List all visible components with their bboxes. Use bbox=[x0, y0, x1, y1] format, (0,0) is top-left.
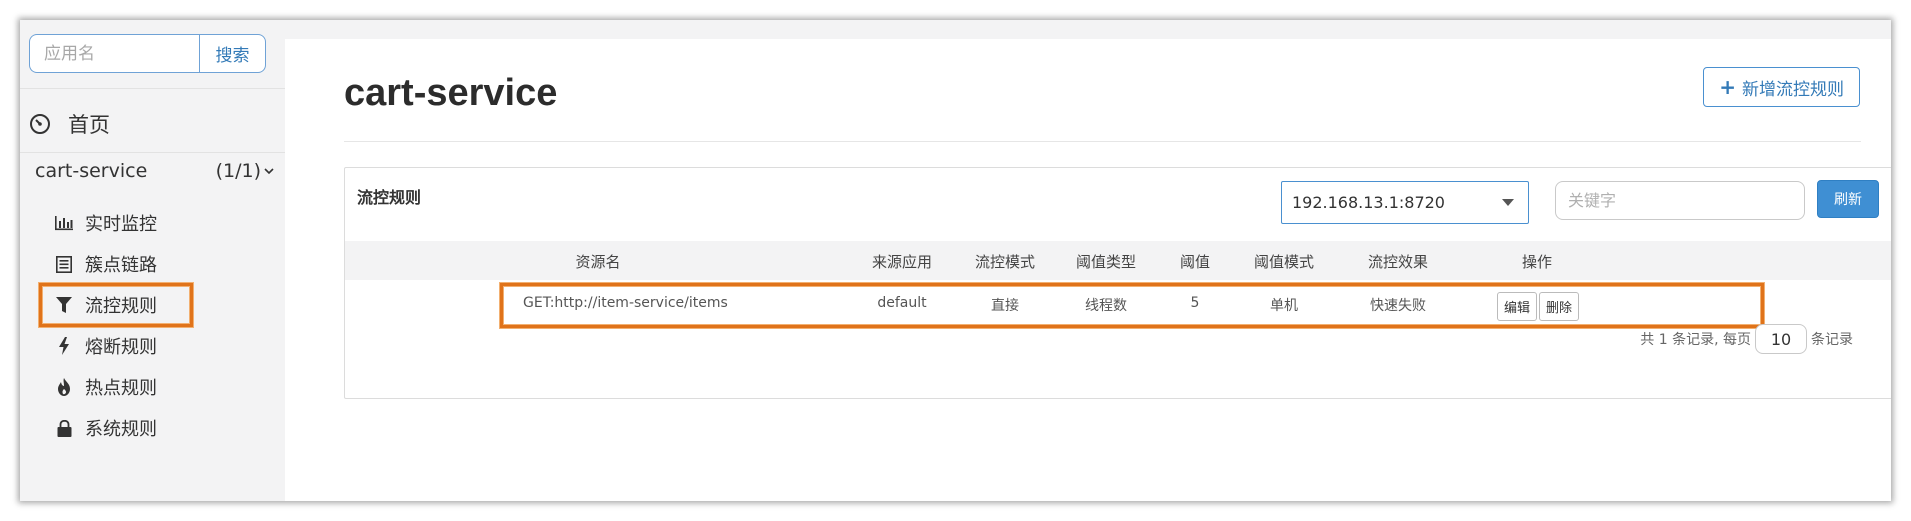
column-header[interactable]: 阈值模式 bbox=[1254, 251, 1314, 272]
cell-resource: GET:http://item-service/items bbox=[523, 295, 728, 311]
page-size-input[interactable] bbox=[1755, 324, 1807, 354]
table-row: GET:http://item-service/items default 直接… bbox=[500, 283, 1764, 328]
sidebar-item-label: 熔断规则 bbox=[85, 337, 157, 358]
cell-effect: 快速失败 bbox=[1370, 298, 1426, 314]
chevron-down-icon bbox=[264, 168, 274, 175]
sidebar-item-label: 簇点链路 bbox=[85, 255, 157, 276]
panel-title: 流控规则 bbox=[357, 188, 422, 207]
sidebar-item-degrade-rules[interactable]: 熔断规则 bbox=[55, 328, 195, 364]
app-group-header[interactable]: cart-service (1/1) bbox=[35, 160, 275, 182]
add-flow-rule-label: 新增流控规则 bbox=[1742, 79, 1844, 100]
cell-limit-app: default bbox=[877, 295, 927, 311]
column-header[interactable]: 来源应用 bbox=[872, 251, 932, 272]
title-divider bbox=[344, 141, 1861, 142]
refresh-button[interactable]: 刷新 bbox=[1817, 180, 1879, 218]
sidebar-divider bbox=[20, 152, 285, 153]
lock-icon bbox=[55, 419, 73, 437]
sidebar-item-label: 流控规则 bbox=[85, 296, 157, 317]
pagination: 共 1 条记录, 每页 条记录 bbox=[1640, 324, 1853, 354]
dashboard-icon bbox=[29, 113, 51, 135]
cell-cluster-mode: 单机 bbox=[1270, 298, 1298, 314]
plus-icon: + bbox=[1719, 75, 1736, 99]
sidebar-item-system-rules[interactable]: 系统规则 bbox=[55, 410, 195, 446]
pager-suffix: 条记录 bbox=[1811, 332, 1853, 348]
sidebar-item-flow-rules[interactable]: 流控规则 bbox=[39, 283, 193, 327]
app-search-input[interactable] bbox=[29, 34, 199, 73]
add-flow-rule-button[interactable]: + 新增流控规则 bbox=[1703, 67, 1860, 107]
sidebar: 搜索 首页 cart-service (1/1) bbox=[20, 20, 285, 501]
app-window: 搜索 首页 cart-service (1/1) bbox=[20, 20, 1891, 501]
page-title: cart-service bbox=[344, 72, 558, 114]
cell-threshold-type: 线程数 bbox=[1085, 298, 1127, 314]
app-search: 搜索 bbox=[29, 34, 266, 73]
cell-mode: 直接 bbox=[991, 298, 1019, 314]
main-content: cart-service + 新增流控规则 流控规则 192.168.13.1:… bbox=[285, 20, 1891, 501]
lightning-icon bbox=[55, 337, 73, 355]
sidebar-item-label: 系统规则 bbox=[85, 419, 157, 440]
column-header[interactable]: 流控模式 bbox=[975, 251, 1035, 272]
cell-threshold: 5 bbox=[1190, 295, 1200, 311]
caret-down-icon bbox=[1502, 199, 1514, 206]
column-header[interactable]: 资源名 bbox=[575, 251, 620, 272]
bar-chart-icon bbox=[55, 214, 73, 232]
column-header[interactable]: 阈值类型 bbox=[1076, 251, 1136, 272]
sidebar-item-label: 实时监控 bbox=[85, 214, 157, 235]
app-search-button[interactable]: 搜索 bbox=[199, 34, 266, 73]
sidebar-item-label: 首页 bbox=[68, 113, 110, 137]
sidebar-divider bbox=[20, 88, 285, 89]
top-band bbox=[285, 20, 1891, 39]
app-count-text: (1/1) bbox=[215, 160, 261, 182]
machine-select[interactable]: 192.168.13.1:8720 bbox=[1281, 181, 1529, 224]
sidebar-item-label: 热点规则 bbox=[85, 378, 157, 399]
sidebar-item-cluster-link[interactable]: 簇点链路 bbox=[55, 246, 195, 282]
pager-prefix: 共 1 条记录, 每页 bbox=[1640, 332, 1751, 348]
fire-icon bbox=[55, 378, 73, 396]
app-count: (1/1) bbox=[216, 160, 275, 182]
edit-button[interactable]: 编辑 bbox=[1497, 292, 1538, 321]
delete-button[interactable]: 删除 bbox=[1539, 292, 1580, 321]
machine-select-value: 192.168.13.1:8720 bbox=[1292, 193, 1445, 212]
table-header: 资源名 来源应用 流控模式 阈值类型 阈值 阈值模式 流控效果 操作 bbox=[345, 241, 1891, 280]
filter-icon bbox=[55, 296, 73, 314]
list-icon bbox=[55, 255, 73, 273]
flow-rules-panel: 流控规则 192.168.13.1:8720 刷新 资源名 来源应用 流控模式 … bbox=[344, 167, 1891, 399]
sidebar-item-home[interactable]: 首页 bbox=[29, 106, 110, 142]
column-header[interactable]: 阈值 bbox=[1180, 251, 1210, 272]
keyword-search-input[interactable] bbox=[1555, 181, 1805, 220]
column-header: 操作 bbox=[1521, 253, 1553, 271]
app-name: cart-service bbox=[35, 160, 148, 182]
sidebar-item-realtime-monitor[interactable]: 实时监控 bbox=[55, 205, 195, 241]
column-header[interactable]: 流控效果 bbox=[1368, 251, 1428, 272]
sidebar-item-hot-param-rules[interactable]: 热点规则 bbox=[55, 369, 195, 405]
